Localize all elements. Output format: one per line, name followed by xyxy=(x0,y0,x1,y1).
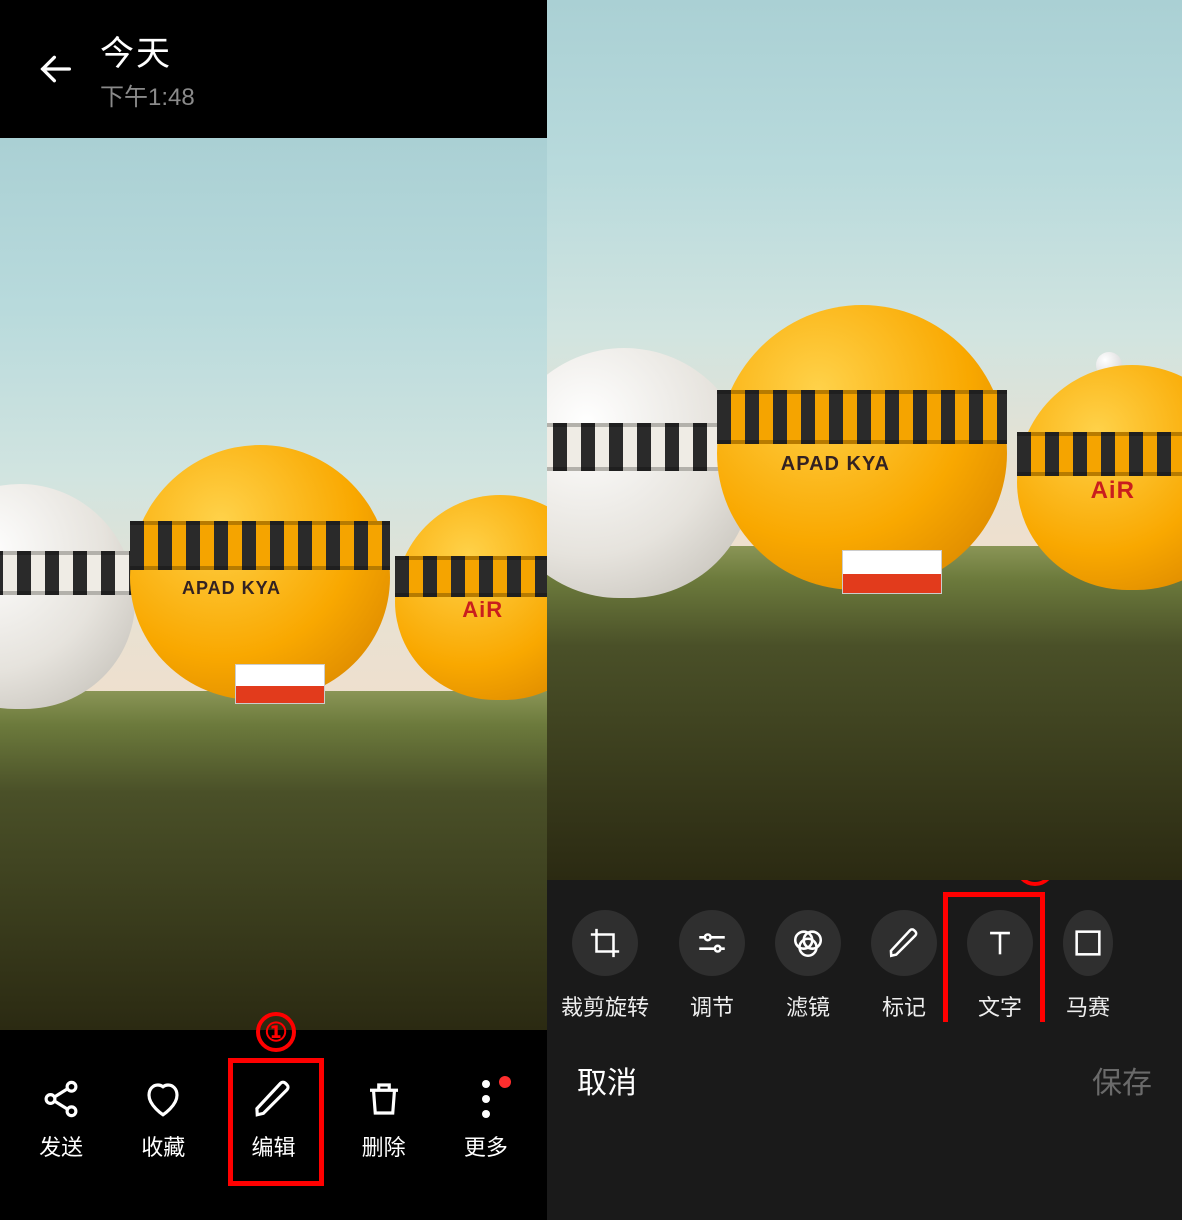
mosaic-tool[interactable]: 马赛 xyxy=(1063,910,1113,1022)
annotation-box-1 xyxy=(228,1058,324,1186)
trash-icon xyxy=(363,1078,405,1120)
more-label: 更多 xyxy=(464,1130,508,1162)
annotation-badge-1: ① xyxy=(256,1012,296,1052)
photo-content: APAD KYA AiR xyxy=(547,0,1182,880)
tool-row[interactable]: 裁剪旋转 调节 滤镜 xyxy=(547,880,1182,1022)
adjust-tool[interactable]: 调节 xyxy=(679,910,745,1022)
mark-tool[interactable]: 标记 xyxy=(871,910,937,1022)
sliders-icon xyxy=(695,926,729,960)
send-button[interactable]: 发送 xyxy=(31,1068,91,1172)
cancel-button[interactable]: 取消 xyxy=(577,1058,637,1102)
save-button[interactable]: 保存 xyxy=(1092,1058,1152,1102)
balloon-label-right: AiR xyxy=(1091,477,1135,505)
header-subtitle: 下午1:48 xyxy=(100,77,195,112)
header: 今天 下午1:48 xyxy=(0,0,547,138)
delete-button[interactable]: 删除 xyxy=(354,1068,414,1172)
more-button[interactable]: 更多 xyxy=(456,1068,516,1172)
bottom-action-bar: 发送 收藏 编辑 删除 更多 xyxy=(0,1030,547,1220)
editor-photo-viewport[interactable]: APAD KYA AiR xyxy=(547,0,1182,880)
mosaic-icon xyxy=(1071,926,1105,960)
annotation-badge-2: ② xyxy=(1015,880,1055,886)
annotation-box-2 xyxy=(943,892,1045,1022)
send-label: 发送 xyxy=(39,1130,83,1162)
crop-icon xyxy=(588,926,622,960)
heart-icon xyxy=(142,1078,184,1120)
back-arrow-icon xyxy=(36,49,76,89)
photo-content: APAD KYA AiR xyxy=(0,138,547,1030)
filter-tool[interactable]: 滤镜 xyxy=(775,910,841,1022)
mosaic-label: 马赛 xyxy=(1066,990,1110,1022)
notification-dot xyxy=(499,1076,511,1088)
pencil-icon xyxy=(887,926,921,960)
editor-screen: APAD KYA AiR 裁剪旋转 xyxy=(547,0,1182,1220)
balloon-label-center: APAD KYA xyxy=(781,453,890,476)
crop-rotate-tool[interactable]: 裁剪旋转 xyxy=(561,910,649,1022)
header-title: 今天 xyxy=(100,26,195,75)
balloon-label-center: APAD KYA xyxy=(182,578,281,599)
balloon-label-right: AiR xyxy=(462,597,503,623)
editor-bottom-panel: 裁剪旋转 调节 滤镜 xyxy=(547,880,1182,1220)
delete-label: 删除 xyxy=(362,1130,406,1162)
adjust-label: 调节 xyxy=(690,990,734,1022)
crop-rotate-label: 裁剪旋转 xyxy=(561,990,649,1022)
filter-label: 滤镜 xyxy=(786,990,830,1022)
more-vert-icon xyxy=(465,1078,507,1120)
mark-label: 标记 xyxy=(882,990,926,1022)
back-button[interactable] xyxy=(32,45,80,93)
filter-overlap-icon xyxy=(791,926,825,960)
favorite-button[interactable]: 收藏 xyxy=(133,1068,193,1172)
share-icon xyxy=(40,1078,82,1120)
header-titles: 今天 下午1:48 xyxy=(100,26,195,112)
photo-viewport[interactable]: APAD KYA AiR xyxy=(0,138,547,1030)
confirm-row: 取消 保存 xyxy=(547,1022,1182,1142)
favorite-label: 收藏 xyxy=(141,1130,185,1162)
viewer-screen: 今天 下午1:48 APAD KYA AiR xyxy=(0,0,547,1220)
